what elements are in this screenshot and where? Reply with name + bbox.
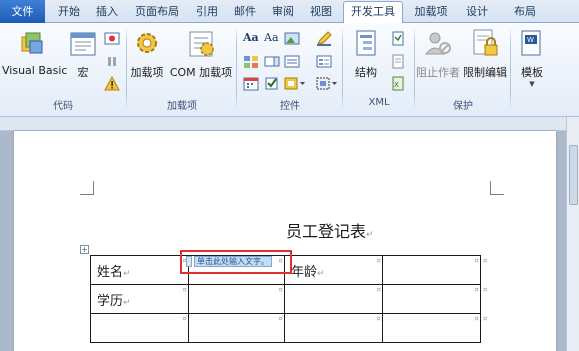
table-cell[interactable]: 学历↵ ¤: [90, 284, 189, 314]
rich-text-content-control-icon[interactable]: Aa: [243, 31, 261, 46]
horizontal-ruler: [0, 117, 566, 131]
group-separator: [414, 27, 415, 111]
dropdown-list-control-icon[interactable]: [284, 54, 300, 69]
com-addins-button[interactable]: COM 加载项: [168, 27, 234, 80]
table-cell[interactable]: ¤: [188, 284, 285, 314]
ribbon-tab-bar: 文件 开始 插入 页面布局 引用 邮件 审阅 视图 开发工具 加载项 设计 布局: [0, 0, 579, 23]
legacy-tools-icon[interactable]: [284, 76, 306, 91]
paragraph-mark: ↵: [366, 230, 374, 240]
tab-view[interactable]: 视图: [304, 2, 338, 23]
restrict-editing-button[interactable]: 限制编辑: [462, 27, 508, 80]
tab-mailings[interactable]: 邮件: [228, 2, 262, 23]
group-separator: [126, 27, 127, 111]
gear-icon: [131, 27, 163, 62]
table-cell[interactable]: ¤: [90, 313, 189, 343]
tab-review[interactable]: 审阅: [266, 2, 300, 23]
combo-box-control-icon[interactable]: [264, 54, 280, 69]
group-separator: [236, 27, 237, 111]
row-end-mark: ¤: [483, 285, 488, 294]
table-cell[interactable]: 年龄↵ ¤: [284, 255, 383, 285]
pause-recording-icon[interactable]: [104, 54, 120, 69]
group-label-addins: 加载项: [167, 101, 197, 112]
properties-icon[interactable]: [316, 54, 332, 69]
lock-document-icon: [469, 27, 501, 62]
document-page[interactable]: 员工登记表↵ + 姓名↵ ¤ ¤ 年龄↵ ¤ ¤ ¤ 学历↵ ¤ ¤ ¤ ¤ ¤ ¤ …: [14, 131, 556, 351]
tab-addins[interactable]: 加载项: [408, 2, 454, 23]
xml-expansion-pack-icon[interactable]: X: [390, 76, 406, 91]
table-row: 学历↵ ¤ ¤ ¤ ¤ ¤: [90, 284, 494, 314]
macro-button[interactable]: 宏: [66, 27, 100, 80]
ribbon: Visual Basic 宏 代码 加载项 COM 加载项 加载项 Aa Aa …: [0, 23, 579, 117]
structure-button[interactable]: 结构: [346, 27, 386, 80]
group-control-icon[interactable]: [316, 76, 338, 91]
group-label-protect: 保护: [453, 101, 473, 112]
addins-button[interactable]: 加载项: [128, 27, 166, 80]
tab-layout[interactable]: 布局: [508, 2, 542, 23]
chevron-down-icon: ▼: [529, 80, 535, 88]
group-label-controls: 控件: [280, 101, 300, 112]
table-cell[interactable]: ¤: [382, 255, 481, 285]
table-cell[interactable]: ¤: [284, 284, 383, 314]
group-separator: [510, 27, 511, 111]
svg-text:W: W: [527, 36, 534, 44]
template-button[interactable]: W 模板 ▼: [514, 27, 550, 88]
block-authors-icon: [422, 27, 454, 62]
macro-security-icon[interactable]: [104, 75, 120, 91]
registration-table: 姓名↵ ¤ ¤ 年龄↵ ¤ ¤ ¤ 学历↵ ¤ ¤ ¤ ¤ ¤ ¤ ¤ ¤ ¤ ¤: [90, 255, 494, 343]
table-cell[interactable]: ¤: [382, 313, 481, 343]
vertical-scrollbar[interactable]: [566, 117, 579, 351]
table-cell[interactable]: ¤: [188, 313, 285, 343]
row-end-mark: ¤: [483, 256, 488, 265]
highlight-box: 单击此处输入文字。: [180, 250, 292, 274]
tab-design[interactable]: 设计: [460, 2, 494, 23]
scrollbar-thumb[interactable]: [569, 145, 578, 205]
content-control-handle[interactable]: [186, 256, 192, 267]
table-cell[interactable]: ¤: [382, 284, 481, 314]
xml-transformation-icon[interactable]: [390, 54, 406, 69]
group-label-xml: XML: [368, 97, 390, 108]
record-macro-icon[interactable]: [104, 31, 120, 46]
margin-corner-mark: [80, 181, 94, 195]
tab-home[interactable]: 开始: [52, 2, 86, 23]
tab-developer[interactable]: 开发工具: [343, 1, 403, 23]
document-title[interactable]: 员工登记表↵: [286, 218, 374, 242]
block-authors-button[interactable]: 阻止作者: [416, 27, 460, 80]
com-addins-icon: [185, 27, 217, 62]
table-row: ¤ ¤ ¤ ¤ ¤: [90, 313, 494, 343]
svg-text:X: X: [394, 81, 399, 89]
margin-corner-mark: [490, 181, 504, 195]
visual-basic-button[interactable]: Visual Basic: [2, 27, 67, 77]
word-template-icon: W: [516, 27, 548, 62]
row-end-mark: ¤: [483, 314, 488, 323]
plain-text-content-control-icon[interactable]: Aa: [264, 31, 282, 46]
checkbox-control-icon[interactable]: [264, 76, 280, 91]
document-area: 员工登记表↵ + 姓名↵ ¤ ¤ 年龄↵ ¤ ¤ ¤ 学历↵ ¤ ¤ ¤ ¤ ¤ ¤ …: [0, 117, 579, 351]
date-picker-control-icon[interactable]: [243, 76, 259, 91]
building-block-control-icon[interactable]: [243, 54, 259, 69]
tab-page-layout[interactable]: 页面布局: [128, 2, 186, 23]
content-control-placeholder[interactable]: 单击此处输入文字。: [194, 256, 272, 267]
table-cell[interactable]: 姓名↵ ¤: [90, 255, 189, 285]
group-label-code: 代码: [53, 101, 73, 112]
picture-content-control-icon[interactable]: [284, 31, 300, 46]
visual-basic-icon: [16, 27, 48, 62]
tab-file[interactable]: 文件: [0, 0, 45, 23]
table-row: 姓名↵ ¤ ¤ 年龄↵ ¤ ¤ ¤: [90, 255, 494, 285]
table-cell[interactable]: ¤: [284, 313, 383, 343]
tab-insert[interactable]: 插入: [90, 2, 124, 23]
group-separator: [342, 27, 343, 111]
xml-schema-icon[interactable]: [390, 31, 406, 46]
design-mode-icon[interactable]: [316, 31, 332, 46]
tab-references[interactable]: 引用: [190, 2, 224, 23]
macro-icon: [68, 27, 98, 62]
table-move-handle-icon[interactable]: +: [80, 245, 89, 254]
xml-structure-icon: [350, 27, 382, 62]
